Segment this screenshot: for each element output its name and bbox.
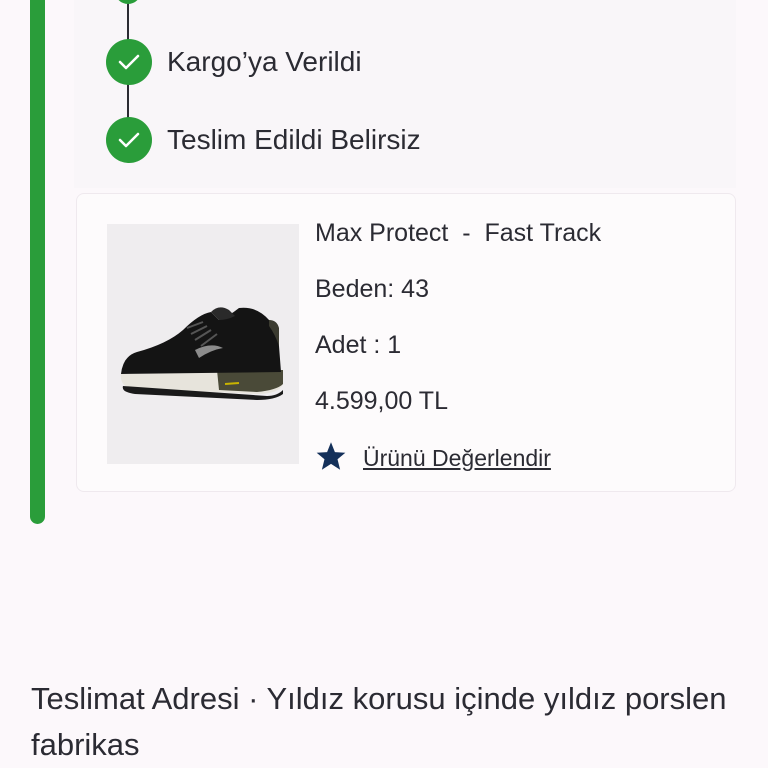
sneaker-image[interactable] [107, 224, 299, 464]
delivery-address: Teslimat Adresi · Yıldız korusu içinde y… [31, 681, 727, 762]
product-size: Beden: 43 [315, 275, 429, 303]
product-card[interactable]: Max Protect - Fast Track Beden: 43 Adet … [76, 193, 736, 492]
check-icon [106, 117, 152, 163]
product-quantity: Adet : 1 [315, 331, 402, 359]
check-icon [106, 39, 152, 85]
rate-product-row[interactable]: Ürünü Değerlendir [315, 438, 715, 478]
rate-product-link[interactable]: Ürünü Değerlendir [363, 445, 551, 472]
timeline-step-label: Teslim Edildi Belirsiz [167, 124, 421, 155]
star-icon[interactable] [315, 441, 347, 476]
timeline-connector [127, 0, 129, 40]
timeline-step-delivered: Teslim Edildi Belirsiz [106, 117, 421, 163]
order-detail-page: Kargo’ya Verildi Teslim Edildi Belirsiz [0, 0, 768, 768]
product-info: Max Protect - Fast Track Beden: 43 Adet … [315, 214, 715, 478]
timeline-step-shipped: Kargo’ya Verildi [106, 39, 362, 85]
product-price: 4.599,00 TL [315, 387, 448, 415]
timeline-connector [127, 84, 129, 118]
product-name: Max Protect - Fast Track [315, 219, 602, 247]
order-status-rail [30, 0, 45, 524]
timeline-step-label: Kargo’ya Verildi [167, 46, 362, 77]
